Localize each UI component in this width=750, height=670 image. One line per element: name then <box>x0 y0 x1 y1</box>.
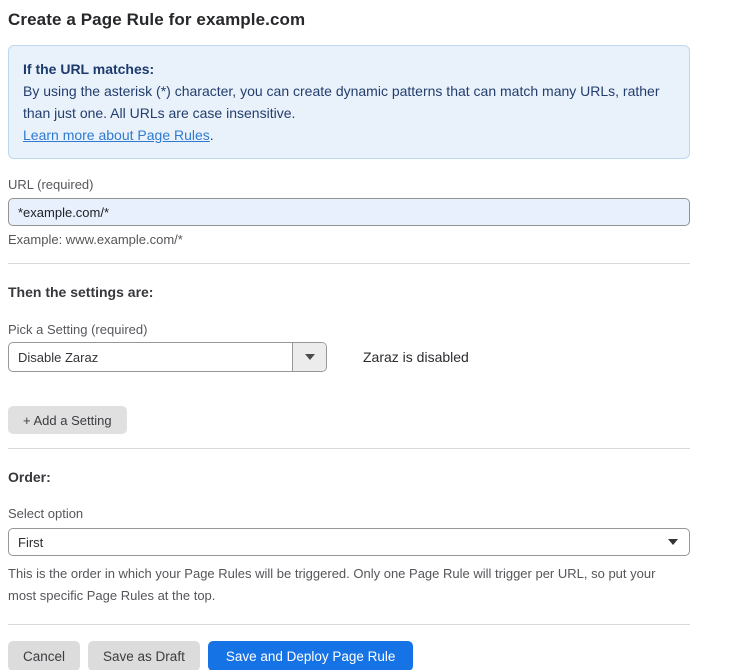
section-divider <box>8 448 690 449</box>
setting-picker-row: Disable Zaraz Zaraz is disabled <box>8 342 690 372</box>
setting-picker-label: Pick a Setting (required) <box>8 322 690 337</box>
section-divider <box>8 263 690 264</box>
link-suffix: . <box>210 127 214 143</box>
info-box-heading: If the URL matches: <box>23 58 675 80</box>
page-rule-form: Create a Page Rule for example.com If th… <box>8 0 690 670</box>
cancel-button[interactable]: Cancel <box>8 641 80 670</box>
learn-more-link[interactable]: Learn more about Page Rules <box>23 127 210 143</box>
order-help-text: This is the order in which your Page Rul… <box>8 563 683 607</box>
setting-select-arrow-button[interactable] <box>292 343 326 371</box>
url-field-hint: Example: www.example.com/* <box>8 232 690 247</box>
save-deploy-button[interactable]: Save and Deploy Page Rule <box>208 641 414 670</box>
settings-section-heading: Then the settings are: <box>8 284 690 300</box>
url-input[interactable] <box>8 198 690 226</box>
form-actions: Cancel Save as Draft Save and Deploy Pag… <box>8 641 690 670</box>
chevron-down-icon <box>668 539 678 545</box>
order-select-value: First <box>18 535 43 550</box>
url-match-info-box: If the URL matches: By using the asteris… <box>8 45 690 159</box>
save-draft-button[interactable]: Save as Draft <box>88 641 200 670</box>
info-box-link-line: Learn more about Page Rules. <box>23 124 675 146</box>
url-field-label: URL (required) <box>8 177 690 192</box>
info-box-body: By using the asterisk (*) character, you… <box>23 80 675 124</box>
section-divider <box>8 624 690 625</box>
page-title: Create a Page Rule for example.com <box>8 10 690 30</box>
setting-select-value: Disable Zaraz <box>9 343 292 371</box>
setting-status-text: Zaraz is disabled <box>363 349 469 365</box>
add-setting-button[interactable]: + Add a Setting <box>8 406 127 434</box>
order-select-label: Select option <box>8 506 690 521</box>
order-select[interactable]: First <box>8 528 690 556</box>
order-section-heading: Order: <box>8 469 690 485</box>
setting-select[interactable]: Disable Zaraz <box>8 342 327 372</box>
chevron-down-icon <box>305 354 315 360</box>
